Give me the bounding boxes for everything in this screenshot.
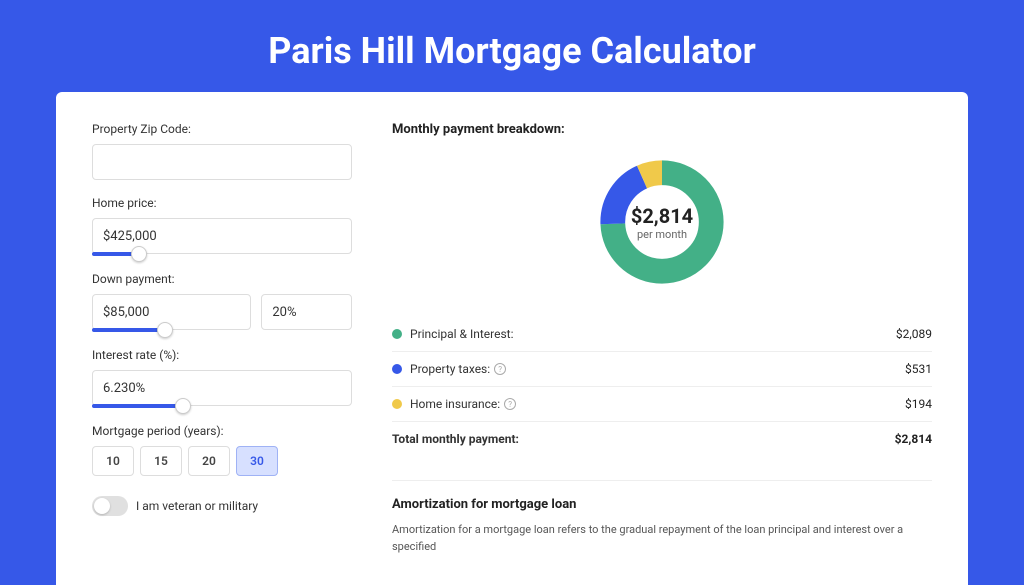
- down-payment-pct-input[interactable]: [261, 294, 352, 330]
- down-payment-field: Down payment:: [92, 272, 352, 332]
- donut-chart: $2,814 per month: [392, 157, 932, 287]
- page-header: Paris Hill Mortgage Calculator: [0, 0, 1024, 92]
- home-price-slider[interactable]: [92, 252, 139, 256]
- page-title: Paris Hill Mortgage Calculator: [0, 30, 1024, 72]
- period-field: Mortgage period (years): 10 15 20 30: [92, 424, 352, 476]
- row-label: Home insurance: ?: [410, 397, 905, 411]
- info-icon[interactable]: ?: [504, 398, 516, 410]
- amortization-section: Amortization for mortgage loan Amortizat…: [392, 480, 932, 555]
- total-value: $2,814: [895, 432, 932, 446]
- toggle-switch[interactable]: [92, 496, 128, 516]
- row-insurance: Home insurance: ? $194: [392, 387, 932, 422]
- row-taxes: Property taxes: ? $531: [392, 352, 932, 387]
- breakdown-rows: Principal & Interest: $2,089 Property ta…: [392, 317, 932, 456]
- veteran-toggle[interactable]: I am veteran or military: [92, 496, 352, 516]
- info-icon[interactable]: ?: [494, 363, 506, 375]
- zip-label: Property Zip Code:: [92, 122, 352, 136]
- interest-rate-field: Interest rate (%):: [92, 348, 352, 408]
- dot-icon: [392, 329, 402, 339]
- row-value: $2,089: [896, 327, 932, 341]
- home-price-field: Home price:: [92, 196, 352, 256]
- breakdown-column: Monthly payment breakdown: $2,814 per mo…: [392, 122, 932, 555]
- form-column: Property Zip Code: Home price: Down paym…: [92, 122, 352, 555]
- down-payment-label: Down payment:: [92, 272, 352, 286]
- down-payment-slider[interactable]: [92, 328, 165, 332]
- amort-text: Amortization for a mortgage loan refers …: [392, 522, 932, 555]
- card-wrap: Property Zip Code: Home price: Down paym…: [0, 92, 1024, 585]
- zip-field: Property Zip Code:: [92, 122, 352, 180]
- zip-input[interactable]: [92, 144, 352, 180]
- dot-icon: [392, 364, 402, 374]
- row-label: Principal & Interest:: [410, 327, 896, 341]
- home-price-input[interactable]: [92, 218, 352, 254]
- dot-icon: [392, 399, 402, 409]
- donut-sub: per month: [637, 228, 687, 241]
- row-principal: Principal & Interest: $2,089: [392, 317, 932, 352]
- period-label: Mortgage period (years):: [92, 424, 352, 438]
- row-total: Total monthly payment: $2,814: [392, 422, 932, 456]
- total-label: Total monthly payment:: [392, 432, 895, 446]
- period-btn-20[interactable]: 20: [188, 446, 230, 476]
- row-value: $531: [905, 362, 932, 376]
- row-value: $194: [905, 397, 932, 411]
- period-btn-10[interactable]: 10: [92, 446, 134, 476]
- calculator-card: Property Zip Code: Home price: Down paym…: [56, 92, 968, 585]
- donut-value: $2,814: [631, 204, 693, 228]
- period-btn-30[interactable]: 30: [236, 446, 278, 476]
- amort-title: Amortization for mortgage loan: [392, 497, 932, 512]
- period-btn-15[interactable]: 15: [140, 446, 182, 476]
- interest-rate-label: Interest rate (%):: [92, 348, 352, 362]
- period-buttons: 10 15 20 30: [92, 446, 352, 476]
- veteran-label: I am veteran or military: [136, 499, 258, 513]
- interest-rate-input[interactable]: [92, 370, 352, 406]
- row-label: Property taxes: ?: [410, 362, 905, 376]
- breakdown-title: Monthly payment breakdown:: [392, 122, 932, 137]
- home-price-label: Home price:: [92, 196, 352, 210]
- interest-rate-slider[interactable]: [92, 404, 183, 408]
